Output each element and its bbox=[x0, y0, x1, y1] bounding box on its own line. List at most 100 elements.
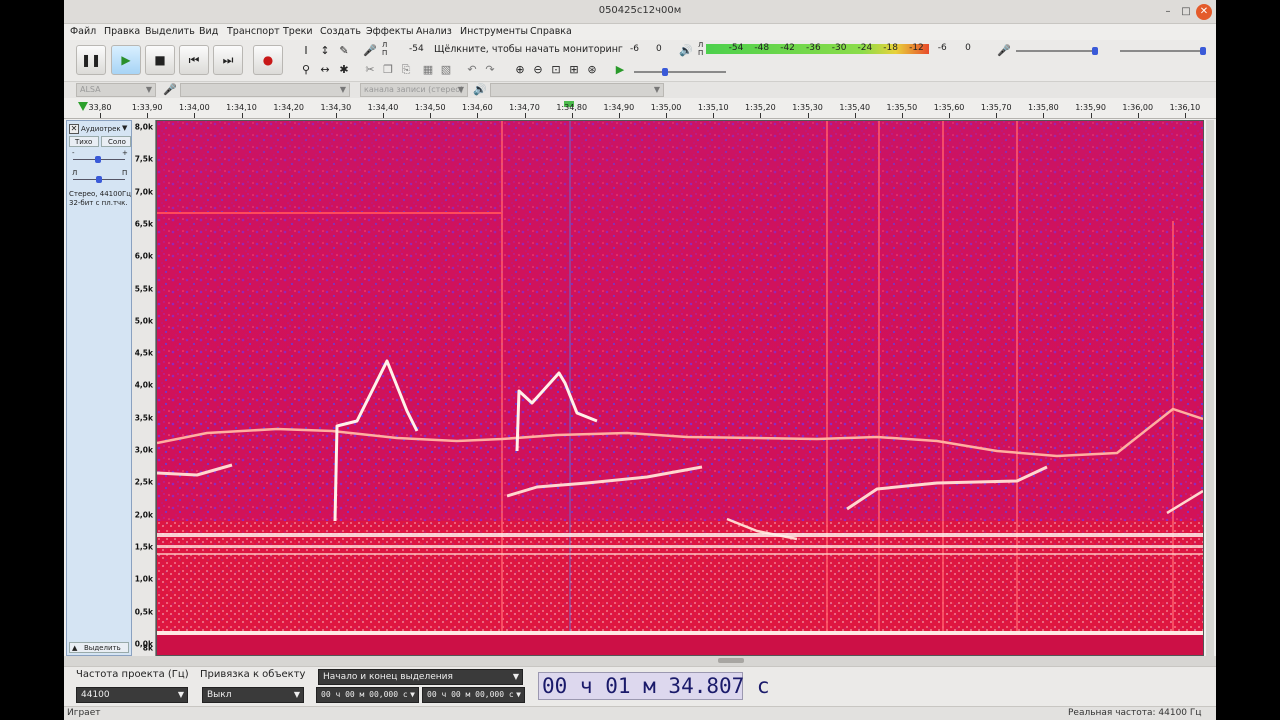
record-button[interactable]: ● bbox=[253, 45, 283, 75]
pause-button[interactable]: ❚❚ bbox=[76, 45, 106, 75]
audio-position-display[interactable]: 00 ч 01 м 34.807 с bbox=[538, 672, 770, 700]
pan-slider-thumb[interactable] bbox=[96, 176, 102, 183]
draw-tool-icon[interactable]: ✎ bbox=[336, 43, 352, 59]
redo-icon[interactable]: ↷ bbox=[482, 62, 498, 78]
menu-select[interactable]: Выделить bbox=[145, 26, 195, 37]
playback-meter[interactable]: -54 -48 -42 -36 -30 -24 -18 -12 -6 0 bbox=[706, 43, 978, 54]
pan-right-label: П bbox=[122, 169, 128, 177]
pan-slider[interactable] bbox=[73, 176, 125, 183]
playback-volume-thumb[interactable] bbox=[1200, 47, 1206, 55]
playback-device-dropdown[interactable]: ▼ bbox=[490, 83, 664, 97]
chevron-down-icon: ▼ bbox=[339, 85, 346, 94]
chevron-down-icon: ▼ bbox=[293, 690, 300, 699]
record-volume-thumb[interactable] bbox=[1092, 47, 1098, 55]
record-monitor-hint[interactable]: Щёлкните, чтобы начать мониторинг bbox=[434, 44, 623, 55]
play-speed-thumb[interactable] bbox=[662, 68, 668, 76]
play-head-triangle-icon[interactable] bbox=[78, 102, 88, 111]
frequency-scale-label: 4,0k bbox=[134, 380, 153, 390]
timeline-ruler[interactable]: 33,80 1:33,90 1:34,00 1:34,10 1:34,20 1:34,30… bbox=[64, 98, 1216, 119]
ruler-tick-label: 1:36,00 bbox=[1122, 103, 1154, 112]
menu-analyze[interactable]: Анализ bbox=[416, 26, 452, 37]
track-select-button[interactable]: ▲ Выделить bbox=[69, 642, 129, 653]
envelope-tool-icon[interactable]: ↕ bbox=[317, 43, 333, 59]
menu-view[interactable]: Вид bbox=[199, 26, 218, 37]
device-toolbar: ALSA ▼ 🎤 ▼ канала записи (стерео) ▼ 🔊 ▼ bbox=[64, 82, 1216, 98]
playback-meter-scale-label: -42 bbox=[780, 43, 795, 53]
snap-to-dropdown[interactable]: Выкл ▼ bbox=[202, 687, 304, 703]
playback-volume-slider[interactable] bbox=[1120, 47, 1206, 55]
paste-icon[interactable]: ⎘ bbox=[398, 62, 414, 78]
close-icon[interactable]: ✕ bbox=[1196, 4, 1212, 20]
zoom-tool-icon[interactable]: ⚲ bbox=[298, 62, 314, 78]
frequency-scale-label: 8,0k bbox=[134, 122, 153, 132]
audio-host-dropdown[interactable]: ALSA ▼ bbox=[76, 83, 156, 97]
maximize-icon[interactable]: □ bbox=[1178, 4, 1194, 20]
menu-file[interactable]: Файл bbox=[70, 26, 96, 37]
play-speed-slider[interactable] bbox=[634, 68, 726, 76]
trim-icon[interactable]: ▦ bbox=[420, 62, 436, 78]
selection-start-time[interactable]: 00 ч 00 м 00,000 с ▼ bbox=[316, 687, 419, 703]
frequency-scale-label: 6,0k bbox=[134, 251, 153, 261]
record-volume-slider[interactable] bbox=[1016, 47, 1098, 55]
menu-effects[interactable]: Эффекты bbox=[366, 26, 414, 37]
zoom-in-icon[interactable]: ⊕ bbox=[512, 62, 528, 78]
menu-generate[interactable]: Создать bbox=[320, 26, 361, 37]
gain-slider-thumb[interactable] bbox=[95, 156, 101, 163]
track-name-menu[interactable]: Аудиотрек bbox=[81, 125, 121, 133]
menu-edit[interactable]: Правка bbox=[104, 26, 140, 37]
stop-button[interactable]: ■ bbox=[145, 45, 175, 75]
chevron-down-icon: ▼ bbox=[410, 690, 415, 699]
multi-tool-icon[interactable]: ✱ bbox=[336, 62, 352, 78]
timeshift-tool-icon[interactable]: ↔ bbox=[317, 62, 333, 78]
selection-end-time[interactable]: 00 ч 00 м 00,000 с ▼ bbox=[422, 687, 525, 703]
silence-icon[interactable]: ▧ bbox=[438, 62, 454, 78]
project-rate-dropdown[interactable]: 44100 ▼ bbox=[76, 687, 188, 703]
track-close-icon[interactable]: ✕ bbox=[69, 124, 79, 134]
gain-slider[interactable] bbox=[73, 156, 125, 163]
chevron-down-icon[interactable]: ▼ bbox=[122, 124, 127, 132]
copy-icon[interactable]: ❐ bbox=[380, 62, 396, 78]
record-meter-mic-icon[interactable]: 🎤 bbox=[362, 43, 378, 59]
cut-icon[interactable]: ✂ bbox=[362, 62, 378, 78]
selection-mode-dropdown[interactable]: Начало и конец выделения ▼ bbox=[318, 669, 523, 685]
mute-button[interactable]: Тихо bbox=[69, 136, 99, 147]
vertical-scrollbar[interactable] bbox=[1206, 120, 1214, 656]
playback-meter-speaker-icon[interactable]: 🔊 bbox=[678, 43, 694, 59]
record-meter-right: -6 bbox=[630, 44, 639, 54]
spectrogram-canvas[interactable] bbox=[157, 121, 1203, 655]
frequency-scale-label: 5,0k bbox=[134, 316, 153, 326]
frequency-scale[interactable]: 8,0k 7,5k 7,0k 6,5k 6,0k 5,5k 5,0k 4,5k 4,0k 3,5k… bbox=[132, 120, 156, 656]
frequency-scale-label: 8k bbox=[142, 643, 153, 653]
fit-project-icon[interactable]: ⊞ bbox=[566, 62, 582, 78]
zoom-toggle-icon[interactable]: ⊛ bbox=[584, 62, 600, 78]
ruler-tick-mark bbox=[430, 113, 432, 118]
play-at-speed-icon[interactable]: ▶ bbox=[612, 62, 628, 78]
minimize-icon[interactable]: – bbox=[1160, 4, 1176, 20]
selection-tool-icon[interactable]: I bbox=[298, 43, 314, 59]
collapse-track-icon: ▲ bbox=[72, 644, 78, 652]
ruler-tick-label: 1:34,60 bbox=[462, 103, 493, 112]
recording-device-dropdown[interactable]: ▼ bbox=[180, 83, 350, 97]
chevron-down-icon: ▼ bbox=[457, 85, 464, 94]
menu-tools[interactable]: Инструменты bbox=[460, 26, 528, 37]
menu-tracks[interactable]: Треки bbox=[283, 26, 313, 37]
menu-transport[interactable]: Транспорт bbox=[227, 26, 280, 37]
skip-start-button[interactable]: ⏮ bbox=[179, 45, 209, 75]
zoom-out-icon[interactable]: ⊖ bbox=[530, 62, 546, 78]
play-button[interactable]: ▶ bbox=[111, 45, 141, 75]
track-format-info: Стерео, 44100Гц bbox=[69, 190, 132, 198]
ruler-tick-mark bbox=[335, 113, 337, 118]
menu-help[interactable]: Справка bbox=[530, 26, 572, 37]
recording-channels-dropdown[interactable]: канала записи (стерео) ▼ bbox=[360, 83, 468, 97]
undo-icon[interactable]: ↶ bbox=[464, 62, 480, 78]
fit-selection-icon[interactable]: ⊡ bbox=[548, 62, 564, 78]
project-rate-value: 44100 bbox=[81, 690, 110, 700]
spectrogram-view[interactable] bbox=[156, 120, 1204, 656]
ruler-tick-label: 33,80 bbox=[88, 103, 112, 112]
track-control-panel[interactable]: ✕ Аудиотрек ▼ Тихо Соло - + Л П Стерео, … bbox=[66, 120, 132, 656]
horizontal-scrollbar[interactable] bbox=[64, 656, 1216, 666]
horizontal-scrollbar-thumb[interactable] bbox=[718, 658, 744, 663]
record-meter-zero: 0 bbox=[656, 44, 662, 54]
solo-button[interactable]: Соло bbox=[101, 136, 131, 147]
skip-end-button[interactable]: ⏭ bbox=[213, 45, 243, 75]
